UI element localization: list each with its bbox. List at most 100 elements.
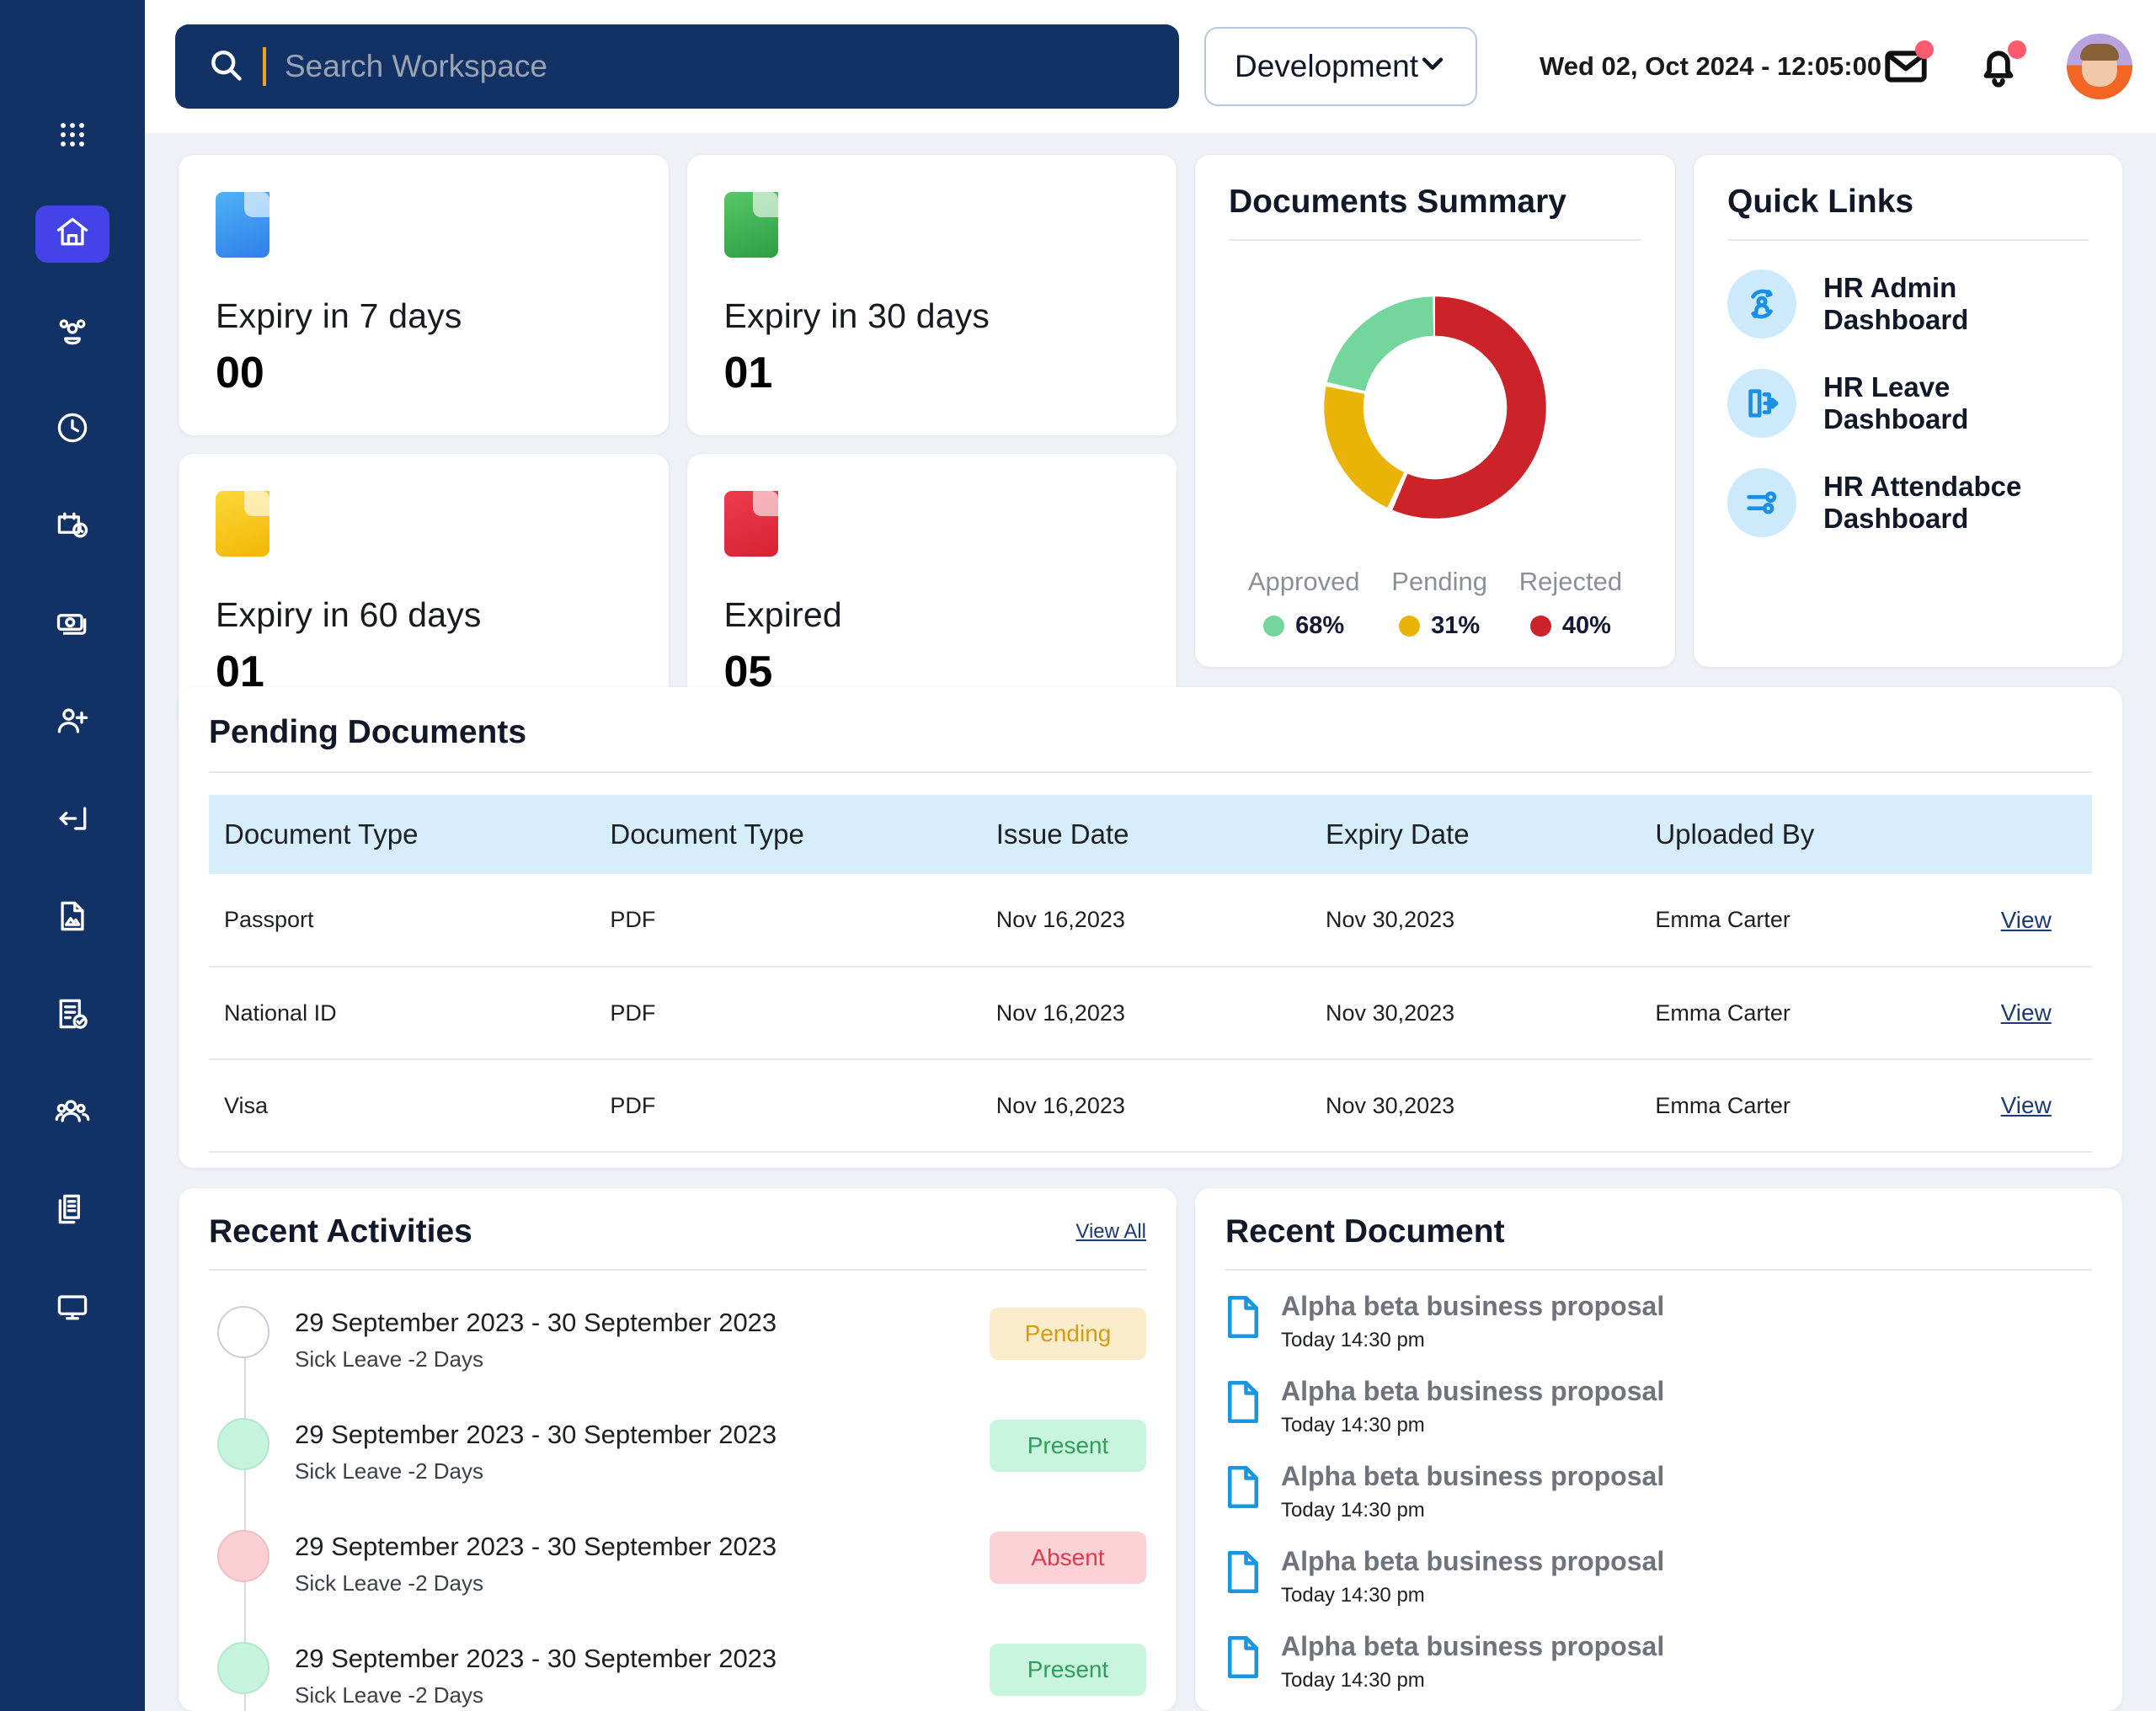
document-name: Alpha beta business proposal — [1281, 1545, 1665, 1576]
environment-value: Development — [1235, 49, 1419, 83]
cell-document-format: PDF — [595, 967, 981, 1060]
mail-button[interactable] — [1881, 40, 1935, 91]
table-header: Document Type Document Type Issue Date E… — [209, 795, 2092, 874]
topbar: Development Wed 02, Oct 2024 - 12:05:00 — [145, 0, 2156, 133]
text-cursor — [263, 47, 266, 86]
user-sync-icon — [1727, 269, 1796, 338]
divider — [209, 771, 2092, 773]
table-row: Passport PDF Nov 16,2023 Nov 30,2023 Emm… — [209, 874, 2092, 967]
logout-arrow-icon — [54, 800, 91, 841]
panel-title: Quick Links — [1727, 184, 1914, 220]
sidebar-item-apps-grid[interactable] — [35, 108, 109, 165]
list-item[interactable]: Alpha beta business proposal Today 14:30… — [1225, 1631, 2092, 1692]
stat-card-expiry-30-days[interactable]: Expiry in 30 days 01 — [686, 155, 1177, 435]
quick-link-hr-attendance-dashboard[interactable]: HR Attendabce Dashboard — [1727, 468, 2089, 537]
panel-title: Recent Document — [1225, 1213, 1505, 1250]
stat-label: Expiry in 60 days — [216, 595, 482, 634]
sidebar-item-approvals[interactable] — [35, 987, 109, 1044]
sidebar-item-shift-schedule[interactable] — [35, 498, 109, 556]
cell-uploaded-by: Emma Carter — [1640, 874, 1961, 967]
app-root: Development Wed 02, Oct 2024 - 12:05:00 — [0, 0, 2156, 1711]
view-link[interactable]: View — [2001, 1092, 2052, 1118]
bell-icon — [1974, 51, 2023, 94]
column-header-expiry-date: Expiry Date — [1326, 818, 1470, 850]
document-name: Alpha beta business proposal — [1281, 1630, 1665, 1661]
document-blue-icon — [216, 192, 270, 258]
stat-card-expiry-7-days[interactable]: Expiry in 7 days 00 — [179, 155, 669, 435]
sidebar-item-time-tracking[interactable] — [35, 401, 109, 458]
notifications-button[interactable] — [1974, 40, 2027, 94]
list-item[interactable]: Alpha beta business proposal Today 14:30… — [1225, 1291, 2092, 1352]
quick-links-panel: Quick Links HR Admin Dashboard HR Leave … — [1694, 155, 2122, 667]
legend-label: Pending — [1391, 567, 1488, 596]
view-all-link[interactable]: View All — [1075, 1220, 1146, 1244]
status-badge: Present — [990, 1420, 1146, 1472]
stat-label: Expiry in 30 days — [723, 296, 990, 335]
list-item[interactable]: Alpha beta business proposal Today 14:30… — [1225, 1376, 2092, 1437]
sidebar-item-payroll[interactable] — [35, 596, 109, 653]
quick-link-hr-leave-dashboard[interactable]: HR Leave Dashboard — [1727, 369, 2089, 438]
team-group-icon — [54, 1093, 91, 1134]
view-link[interactable]: View — [2001, 999, 2052, 1026]
status-badge: Absent — [990, 1532, 1146, 1584]
table-body: Passport PDF Nov 16,2023 Nov 30,2023 Emm… — [209, 874, 2092, 1153]
list-item[interactable]: 29 September 2023 - 30 September 2023 Si… — [217, 1289, 1146, 1401]
home-icon — [54, 214, 91, 255]
environment-select[interactable]: Development — [1204, 27, 1478, 106]
document-outline-icon — [1225, 1464, 1261, 1510]
panel-header: Recent Activities View All — [209, 1213, 1146, 1250]
sidebar — [0, 0, 145, 1711]
recent-document-list: Alpha beta business proposal Today 14:30… — [1225, 1291, 2092, 1711]
apps-grid-icon — [54, 116, 91, 157]
cell-expiry-date: Nov 30,2023 — [1310, 1059, 1641, 1153]
timeline-dot-icon — [217, 1642, 270, 1694]
legend-value-wrap: 68% — [1263, 612, 1344, 640]
activities-timeline: 29 September 2023 - 30 September 2023 Si… — [209, 1289, 1146, 1711]
content-area: Expiry in 7 days 00 Expiry in 30 days 01… — [145, 133, 2156, 1711]
main-area: Development Wed 02, Oct 2024 - 12:05:00 — [145, 0, 2156, 1711]
sidebar-item-home[interactable] — [35, 205, 109, 263]
stats-grid: Expiry in 7 days 00 Expiry in 30 days 01… — [179, 155, 1177, 734]
sidebar-item-offboarding[interactable] — [35, 792, 109, 849]
document-yellow-icon — [216, 491, 270, 557]
panel-title: Pending Documents — [209, 714, 527, 750]
pending-documents-panel: Pending Documents Document Type Document… — [179, 687, 2122, 1168]
chart-legend: Approved 68% Pending 31% Rejected 40% — [1229, 567, 1641, 645]
legend-value: 68% — [1295, 612, 1345, 639]
sidebar-item-recruitment[interactable] — [35, 694, 109, 751]
people-icon — [54, 312, 91, 353]
sidebar-item-reports[interactable] — [35, 1182, 109, 1239]
chevron-down-icon — [1418, 49, 1447, 85]
activity-date-range: 29 September 2023 - 30 September 2023 — [295, 1644, 777, 1673]
sidebar-item-employees[interactable] — [35, 303, 109, 360]
legend-label: Approved — [1247, 567, 1360, 596]
legend-item-approved: Approved 68% — [1248, 567, 1360, 640]
column-header-action — [1960, 795, 2092, 874]
list-item[interactable]: 29 September 2023 - 30 September 2023 Si… — [217, 1513, 1146, 1625]
status-badge: Pending — [990, 1308, 1146, 1360]
sidebar-item-assets[interactable] — [35, 1280, 109, 1337]
user-add-icon — [54, 702, 91, 744]
sidebar-item-teams[interactable] — [35, 1085, 109, 1142]
quick-link-hr-admin-dashboard[interactable]: HR Admin Dashboard — [1727, 269, 2089, 338]
avatar[interactable] — [2067, 34, 2133, 99]
view-link[interactable]: View — [2001, 907, 2052, 933]
summary-row: Expiry in 7 days 00 Expiry in 30 days 01… — [179, 155, 2122, 734]
cell-issue-date: Nov 16,2023 — [980, 1059, 1311, 1153]
list-item[interactable]: Alpha beta business proposal Today 14:30… — [1225, 1546, 2092, 1607]
list-item[interactable]: 29 September 2023 - 30 September 2023 Si… — [217, 1625, 1146, 1711]
documents-summary-panel: Documents Summary Approved 68% Pending 3… — [1195, 155, 1675, 667]
table-header-row: Document Type Document Type Issue Date E… — [209, 795, 2092, 874]
search-bar[interactable] — [175, 24, 1179, 109]
bottom-row: Recent Activities View All 29 September … — [179, 1188, 2122, 1711]
search-input[interactable] — [285, 49, 1147, 84]
quick-link-label: HR Admin Dashboard — [1823, 272, 1969, 335]
avatar-hair — [2080, 44, 2120, 61]
sidebar-item-documents[interactable] — [35, 889, 109, 946]
timeline-dot-icon — [217, 1530, 270, 1582]
pending-documents-table: Document Type Document Type Issue Date E… — [209, 795, 2092, 1153]
legend-value: 40% — [1561, 612, 1611, 639]
list-item[interactable]: 29 September 2023 - 30 September 2023 Si… — [217, 1401, 1146, 1513]
list-item[interactable]: Alpha beta business proposal Today 14:30… — [1225, 1461, 2092, 1522]
activity-date-range: 29 September 2023 - 30 September 2023 — [295, 1420, 777, 1449]
